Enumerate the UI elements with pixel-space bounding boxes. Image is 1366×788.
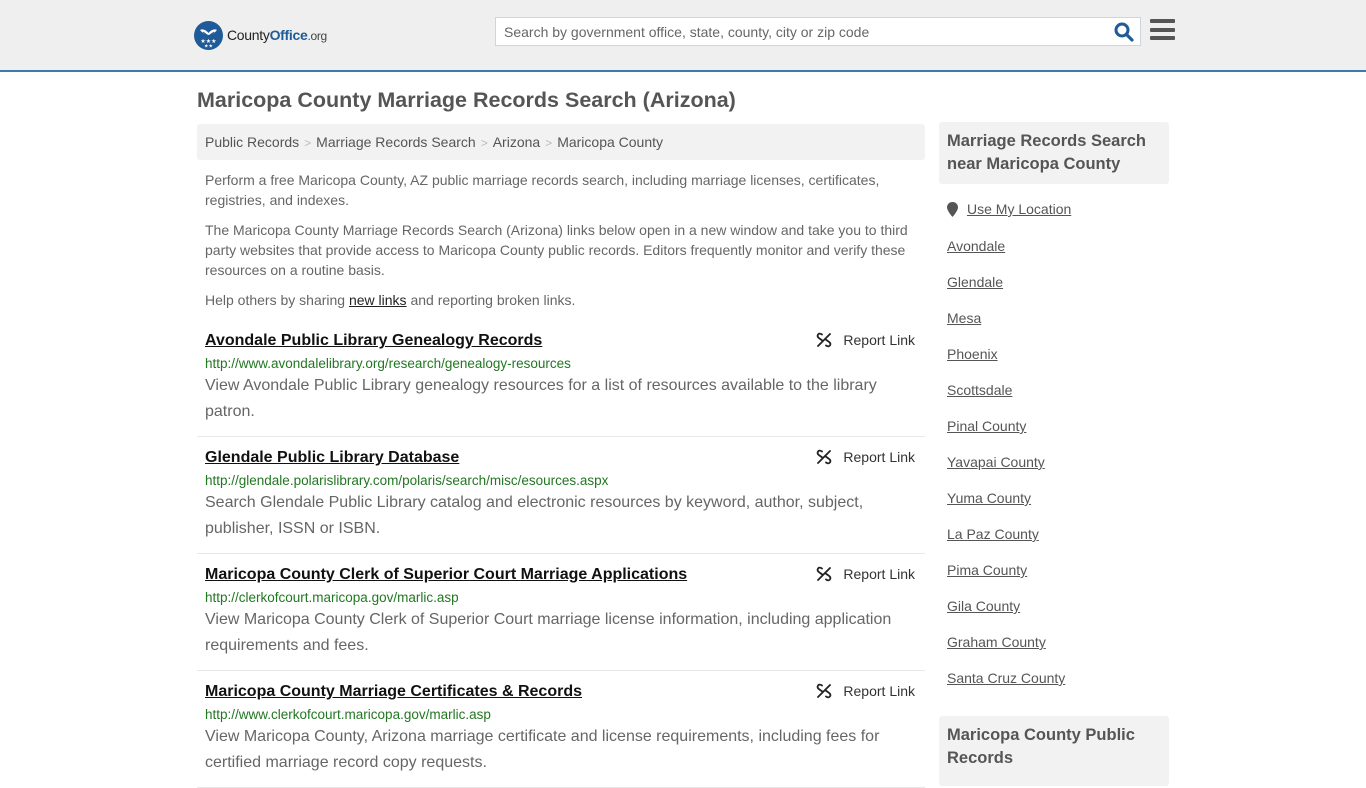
result-title-link[interactable]: Maricopa County Clerk of Superior Court …: [205, 565, 917, 585]
svg-text:★★: ★★: [204, 43, 213, 49]
result-item: Maricopa County Clerk of Superior Court …: [197, 559, 925, 671]
result-item: Maricopa County Marriage Certificates & …: [197, 676, 925, 788]
result-description: View Maricopa County Clerk of Superior C…: [205, 611, 892, 654]
result-url: http://glendale.polarislibrary.com/polar…: [205, 473, 609, 488]
nearby-link[interactable]: Pinal County: [947, 418, 1026, 434]
nearby-link[interactable]: Phoenix: [947, 346, 998, 362]
report-link-button[interactable]: Report Link: [816, 683, 915, 699]
new-links-link[interactable]: new links: [349, 292, 407, 308]
report-link-button[interactable]: Report Link: [816, 332, 915, 348]
disclaimer-paragraph: The Maricopa County Marriage Records Sea…: [205, 222, 908, 278]
breadcrumb: Public Records > Marriage Records Search > A…: [197, 124, 925, 160]
result-title-link[interactable]: Maricopa County Marriage Certificates & …: [205, 682, 917, 702]
result-description: View Avondale Public Library genealogy r…: [205, 377, 877, 420]
breadcrumb-marriage-records-search[interactable]: Marriage Records Search: [316, 134, 476, 150]
nearby-link[interactable]: Graham County: [947, 634, 1046, 650]
broken-link-icon: [817, 683, 832, 699]
use-my-location-link[interactable]: Use My Location: [947, 201, 1071, 217]
nearby-link[interactable]: Santa Cruz County: [947, 670, 1065, 686]
site-logo[interactable]: ★★★ ★★ CountyOffice.org: [194, 20, 327, 50]
result-url: http://www.avondalelibrary.org/research/…: [205, 356, 571, 371]
menu-bar: [1150, 36, 1175, 40]
breadcrumb-public-records[interactable]: Public Records: [205, 134, 299, 150]
search-icon[interactable]: [1114, 22, 1134, 42]
nearby-link[interactable]: Scottsdale: [947, 382, 1012, 398]
search-input[interactable]: [496, 18, 1106, 45]
nearby-heading: Marriage Records Search near Maricopa Co…: [939, 122, 1169, 184]
nearby-link[interactable]: Yuma County: [947, 490, 1031, 506]
result-item: Glendale Public Library Database http://…: [197, 442, 925, 554]
breadcrumb-separator: >: [480, 136, 488, 150]
nearby-link[interactable]: Yavapai County: [947, 454, 1045, 470]
nearby-link[interactable]: Gila County: [947, 598, 1020, 614]
page-title: Maricopa County Marriage Records Search …: [197, 88, 736, 112]
broken-link-icon: [817, 566, 832, 582]
report-link-button[interactable]: Report Link: [816, 566, 915, 582]
result-description: Search Glendale Public Library catalog a…: [205, 494, 864, 537]
map-marker-icon: [947, 201, 958, 217]
breadcrumb-maricopa-county[interactable]: Maricopa County: [557, 134, 663, 150]
site-header: ★★★ ★★ CountyOffice.org: [0, 0, 1366, 72]
result-title-link[interactable]: Avondale Public Library Genealogy Record…: [205, 331, 917, 351]
report-link-button[interactable]: Report Link: [816, 449, 915, 465]
share-paragraph: Help others by sharing new links and rep…: [205, 292, 576, 308]
result-url: http://clerkofcourt.maricopa.gov/marlic.…: [205, 590, 459, 605]
nearby-link[interactable]: Pima County: [947, 562, 1027, 578]
result-item: Avondale Public Library Genealogy Record…: [197, 325, 925, 437]
breadcrumb-separator: >: [304, 136, 312, 150]
result-url: http://www.clerkofcourt.maricopa.gov/mar…: [205, 707, 491, 722]
breadcrumb-arizona[interactable]: Arizona: [493, 134, 540, 150]
menu-bar: [1150, 19, 1175, 23]
menu-bar: [1150, 27, 1175, 32]
nearby-link[interactable]: Mesa: [947, 310, 981, 326]
breadcrumb-separator: >: [545, 136, 553, 150]
nearby-link[interactable]: Glendale: [947, 274, 1003, 290]
nearby-link[interactable]: La Paz County: [947, 526, 1039, 542]
hamburger-menu-icon[interactable]: [1150, 19, 1175, 42]
intro-paragraph: Perform a free Maricopa County, AZ publi…: [205, 172, 880, 208]
broken-link-icon: [817, 449, 832, 465]
result-description: View Maricopa County, Arizona marriage c…: [205, 728, 880, 771]
search-box: [495, 17, 1141, 46]
logo-text: CountyOffice.org: [227, 27, 327, 43]
logo-seal-icon: ★★★ ★★: [194, 20, 223, 50]
result-title-link[interactable]: Glendale Public Library Database: [205, 448, 917, 468]
public-records-heading: Maricopa County Public Records: [939, 716, 1169, 786]
broken-link-icon: [817, 332, 832, 348]
nearby-link[interactable]: Avondale: [947, 238, 1005, 254]
